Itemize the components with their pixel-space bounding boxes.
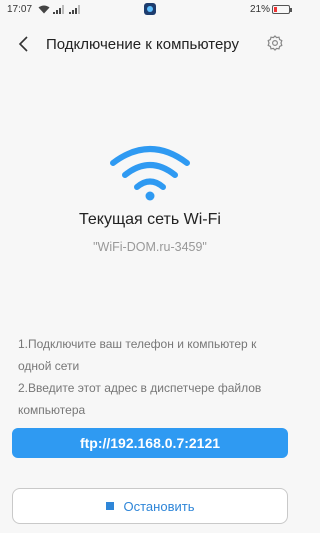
battery-fill — [274, 7, 277, 12]
status-wifi-icon — [38, 5, 50, 14]
page-title: Подключение к компьютеру — [46, 36, 239, 53]
stop-icon — [105, 502, 114, 510]
notification-app-icon — [144, 3, 156, 15]
network-ssid: "WiFi-DOM.ru-3459" — [93, 240, 207, 254]
network-title: Текущая сеть Wi-Fi — [79, 211, 221, 228]
screen: 17:07 21% Подключение к компьютеру Текущ… — [0, 0, 300, 533]
stop-button[interactable]: Остановить — [12, 488, 288, 524]
ftp-address-button[interactable]: ftp://192.168.0.7:2121 — [12, 428, 288, 458]
signal-strength-icon — [69, 5, 80, 14]
battery-percent: 21% — [250, 4, 271, 15]
back-arrow-icon — [18, 36, 28, 52]
instruction-step-2: 2.Введите этот адрес в диспетчере файлов… — [18, 381, 262, 417]
wifi-icon — [110, 146, 190, 201]
battery-icon — [272, 5, 292, 14]
title-bar: Подключение к компьютеру — [0, 20, 300, 68]
instruction-step-1: 1.Подключите ваш телефон и компьютер к о… — [18, 337, 257, 373]
status-bar: 17:07 21% — [0, 0, 300, 20]
back-button[interactable] — [10, 30, 38, 58]
status-time: 17:07 — [7, 4, 33, 15]
settings-button[interactable] — [264, 32, 286, 54]
stop-button-label: Остановить — [123, 498, 195, 514]
signal-strength-icon — [53, 5, 64, 14]
instructions: 1.Подключите ваш телефон и компьютер к о… — [18, 333, 290, 421]
gear-icon — [267, 35, 283, 51]
